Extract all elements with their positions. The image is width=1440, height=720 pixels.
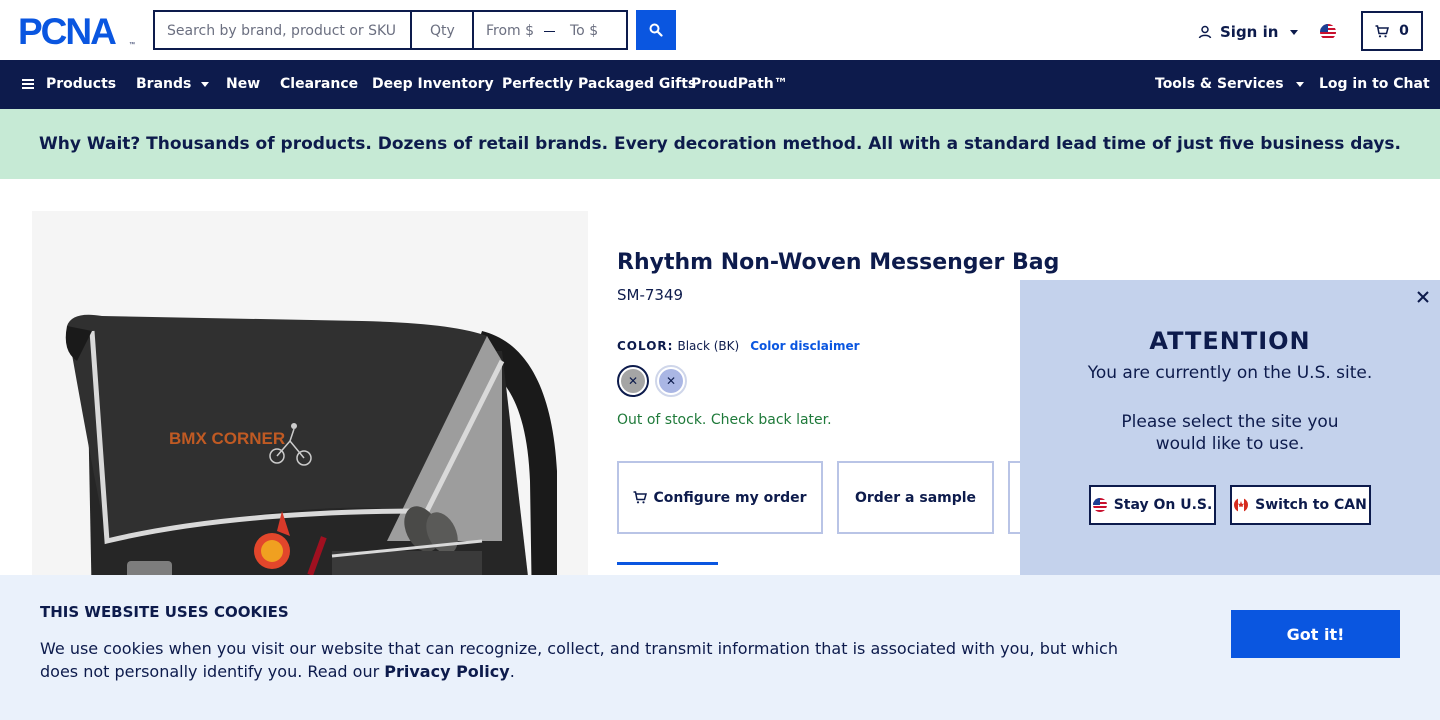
sign-in-label: Sign in: [1220, 23, 1279, 41]
search-button[interactable]: [636, 10, 676, 50]
nav-proudpath[interactable]: ProudPath™: [691, 76, 788, 92]
us-flag-icon: [1092, 498, 1107, 512]
top-header: PCNA ™ Search by brand, product or SKU Q…: [0, 0, 1440, 60]
nav-new-label: New: [226, 76, 261, 92]
cookie-body: We use cookies when you visit our websit…: [40, 639, 1118, 681]
sign-in-menu[interactable]: Sign in: [1198, 22, 1299, 42]
color-value: Black (BK): [677, 339, 740, 353]
color-disclaimer-link[interactable]: Color disclaimer: [750, 339, 859, 353]
close-icon: ✕: [621, 369, 645, 393]
close-icon[interactable]: [1416, 290, 1430, 304]
cookie-banner: THIS WEBSITE USES COOKIES We use cookies…: [0, 575, 1440, 720]
search-icon: [649, 23, 663, 37]
attention-title: ATTENTION: [1149, 327, 1311, 355]
nav-tools-label: Tools & Services: [1155, 76, 1284, 92]
order-sample-button[interactable]: Order a sample: [837, 461, 994, 534]
nav-clearance-label: Clearance: [280, 76, 359, 92]
price-to-placeholder[interactable]: To $: [570, 23, 598, 39]
chevron-down-icon: [1290, 29, 1299, 35]
cookie-period: .: [509, 662, 515, 681]
price-from-placeholder[interactable]: From $: [486, 23, 534, 39]
color-label: COLOR:: [617, 339, 674, 353]
configure-order-button[interactable]: Configure my order: [617, 461, 823, 534]
nav-products[interactable]: Products: [22, 76, 116, 92]
nav-proudpath-label: ProudPath™: [691, 76, 788, 92]
promo-banner: Why Wait? Thousands of products. Dozens …: [0, 109, 1440, 179]
price-range-input[interactable]: From $ To $: [473, 10, 628, 50]
chevron-down-icon: [1295, 81, 1304, 87]
cookie-accept-button[interactable]: Got it!: [1231, 610, 1400, 658]
nav-gifts-label: Perfectly Packaged Gifts: [502, 76, 697, 92]
color-swatch-black[interactable]: ✕: [617, 365, 649, 397]
search-input[interactable]: Search by brand, product or SKU: [153, 10, 411, 50]
user-icon: [1198, 25, 1212, 39]
cart-button[interactable]: 0: [1361, 11, 1423, 51]
product-title: Rhythm Non-Woven Messenger Bag: [617, 250, 1060, 275]
attention-line-2: Please select the site you: [1121, 412, 1339, 432]
qty-input[interactable]: Qty: [411, 10, 473, 50]
close-icon: ✕: [659, 369, 683, 393]
search-placeholder: Search by brand, product or SKU: [167, 23, 397, 39]
nav-clearance[interactable]: Clearance: [280, 76, 358, 92]
nav-products-label: Products: [46, 76, 117, 92]
configure-order-label: Configure my order: [653, 489, 807, 506]
active-tab-indicator: [617, 562, 718, 565]
product-sku: SM-7349: [617, 286, 684, 304]
cookie-message: We use cookies when you visit our websit…: [40, 637, 1150, 683]
bmx-corner-logo: BMX CORNER: [169, 429, 285, 448]
price-range-dash: [544, 31, 555, 32]
order-sample-label: Order a sample: [854, 489, 977, 506]
nav-brands[interactable]: Brands: [136, 76, 210, 92]
canada-flag-icon: [1234, 498, 1249, 512]
cart-icon: [633, 491, 648, 504]
site-selector-popup: ATTENTION You are currently on the U.S. …: [1020, 280, 1440, 575]
switch-can-button[interactable]: Switch to CAN: [1230, 485, 1371, 525]
nav-tools-services[interactable]: Tools & Services: [1155, 76, 1304, 92]
stock-status: Out of stock. Check back later.: [617, 412, 832, 428]
stay-us-button[interactable]: Stay On U.S.: [1089, 485, 1216, 525]
nav-new[interactable]: New: [226, 76, 260, 92]
nav-gifts[interactable]: Perfectly Packaged Gifts: [502, 76, 696, 92]
privacy-policy-link[interactable]: Privacy Policy: [384, 662, 509, 681]
promo-text: Why Wait? Thousands of products. Dozens …: [38, 134, 1402, 154]
svg-text:™: ™: [129, 41, 135, 48]
logo-text: PCNA: [18, 14, 116, 48]
color-row: COLOR: Black (BK) Color disclaimer: [617, 339, 860, 353]
attention-line-3: would like to use.: [1155, 434, 1305, 454]
pcna-logo[interactable]: PCNA ™: [18, 14, 136, 48]
nav-deep-inventory[interactable]: Deep Inventory: [372, 76, 494, 92]
stay-us-label: Stay On U.S.: [1113, 497, 1213, 513]
attention-line-1: You are currently on the U.S. site.: [1087, 363, 1373, 383]
product-image[interactable]: BMX CORNER: [32, 211, 588, 611]
nav-deep-inventory-label: Deep Inventory: [372, 76, 494, 92]
cart-count: 0: [1399, 23, 1409, 39]
switch-can-label: Switch to CAN: [1255, 497, 1367, 513]
color-swatch-blue[interactable]: ✕: [655, 365, 687, 397]
messenger-bag-image: BMX CORNER: [65, 314, 557, 611]
nav-chat-label: Log in to Chat: [1319, 76, 1430, 92]
qty-placeholder: Qty: [430, 23, 455, 39]
main-nav: Products Brands New Clearance Deep Inven…: [0, 60, 1440, 109]
cart-icon: [1375, 24, 1390, 37]
us-flag-icon[interactable]: [1320, 24, 1336, 40]
nav-chat-login[interactable]: Log in to Chat: [1319, 76, 1430, 92]
menu-icon: [22, 79, 34, 89]
cookie-accept-label: Got it!: [1286, 624, 1345, 644]
cookie-title: THIS WEBSITE USES COOKIES: [40, 603, 289, 621]
nav-brands-label: Brands: [136, 76, 192, 92]
chevron-down-icon: [201, 81, 210, 87]
